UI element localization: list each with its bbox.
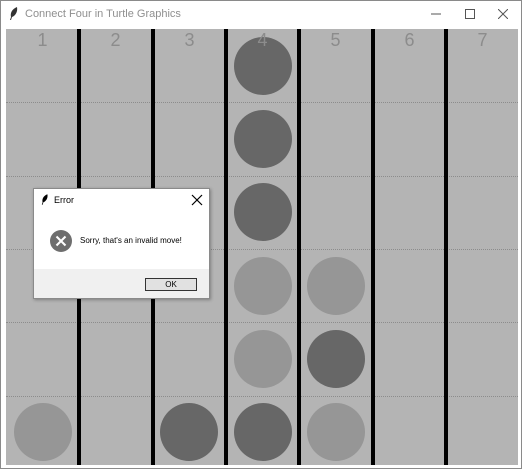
close-button[interactable] xyxy=(486,1,520,27)
ok-button[interactable]: OK xyxy=(145,278,197,291)
disc-light xyxy=(234,257,292,315)
dialog-title: Error xyxy=(54,195,74,205)
close-icon[interactable] xyxy=(191,194,203,206)
title-bar[interactable]: Connect Four in Turtle Graphics xyxy=(1,1,521,27)
maximize-icon xyxy=(465,9,475,19)
column-divider xyxy=(444,29,448,465)
dialog-body: Sorry, that's an invalid move! xyxy=(34,213,209,269)
column-divider xyxy=(297,29,301,465)
column-number-5: 5 xyxy=(330,30,341,50)
minimize-button[interactable] xyxy=(419,1,453,27)
disc-dark xyxy=(160,403,218,461)
disc-light xyxy=(234,330,292,388)
disc-dark xyxy=(234,403,292,461)
column-number-4: 4 xyxy=(257,30,268,50)
disc-dark xyxy=(234,183,292,241)
feather-icon xyxy=(41,194,48,205)
disc-dark xyxy=(234,110,292,168)
row-divider xyxy=(6,322,518,323)
column-number-7: 7 xyxy=(477,30,488,50)
maximize-button[interactable] xyxy=(453,1,487,27)
dialog-title-bar[interactable]: Error xyxy=(34,189,209,213)
row-divider xyxy=(6,396,518,397)
disc-light xyxy=(307,403,365,461)
row-divider xyxy=(6,102,518,103)
window-title: Connect Four in Turtle Graphics xyxy=(25,8,181,20)
row-divider xyxy=(6,176,518,177)
column-number-6: 6 xyxy=(404,30,415,50)
disc-dark xyxy=(307,330,365,388)
close-icon xyxy=(498,9,508,19)
minimize-icon xyxy=(431,13,441,15)
disc-light xyxy=(14,403,72,461)
column-number-3: 3 xyxy=(184,30,195,50)
dialog-message: Sorry, that's an invalid move! xyxy=(80,236,182,245)
error-dialog: Error Sorry, that's an invalid move! OK xyxy=(33,188,210,299)
column-divider xyxy=(224,29,228,465)
disc-light xyxy=(307,257,365,315)
error-icon xyxy=(50,230,72,252)
column-number-1: 1 xyxy=(37,30,48,50)
feather-icon xyxy=(10,7,18,20)
column-number-2: 2 xyxy=(110,30,121,50)
app-window: Connect Four in Turtle Graphics 1234567 … xyxy=(0,0,522,469)
column-divider xyxy=(371,29,375,465)
